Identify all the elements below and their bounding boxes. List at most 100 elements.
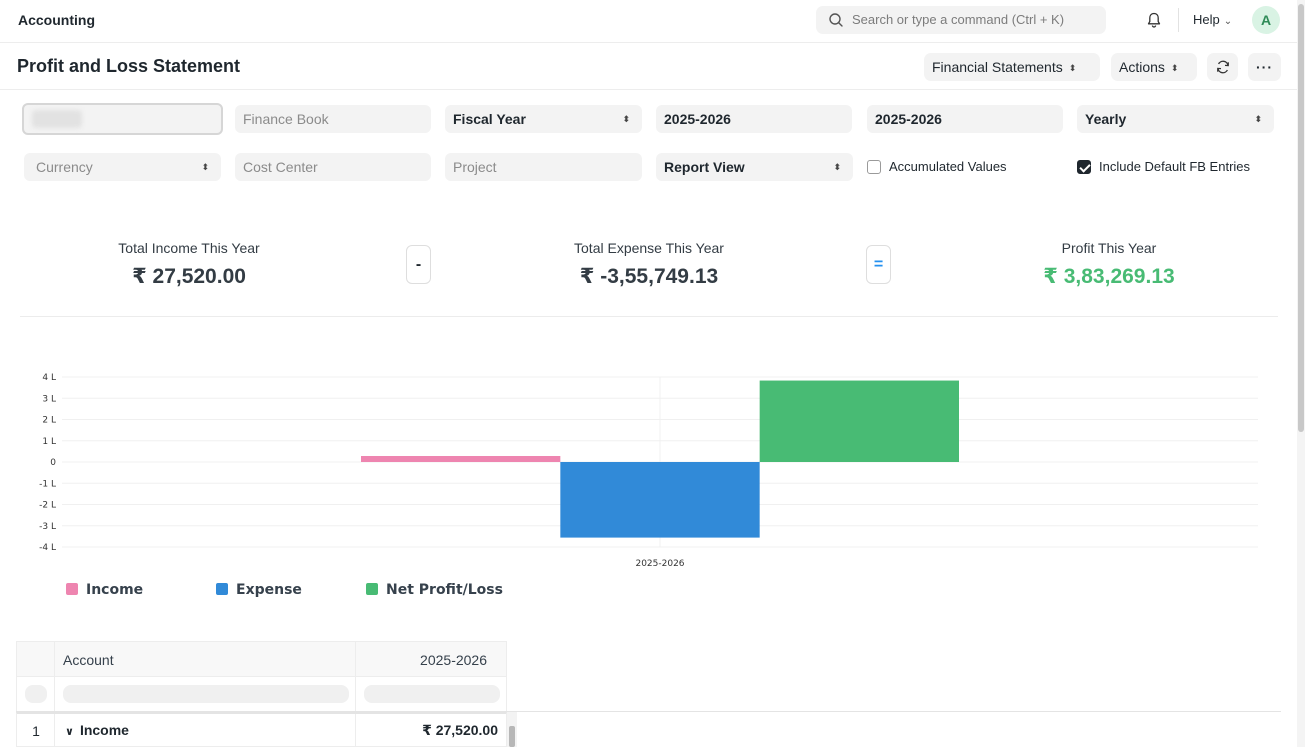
table-scrollbar[interactable] [507,712,517,747]
updown-icon: ⬍ [1254,114,1262,124]
equals-operator: = [866,245,891,284]
from-fiscal-year-filter[interactable]: 2025-2026 [656,105,852,133]
y-tick-label: 4 L [42,373,56,383]
expense-summary: Total Expense This Year ₹ -3,55,749.13 [529,240,769,289]
report-view-value: Report View [664,159,745,175]
accumulated-values-label: Accumulated Values [889,159,1007,174]
y-tick-label: -4 L [39,543,56,553]
help-label: Help [1193,12,1220,27]
to-fiscal-year-filter[interactable]: 2025-2026 [867,105,1063,133]
income-summary: Total Income This Year ₹ 27,520.00 [69,240,309,289]
legend-label: Expense [236,582,302,598]
row-account[interactable]: ∨ Income [65,722,129,738]
project-filter[interactable]: Project [445,153,642,181]
period-filter-input[interactable] [364,685,500,703]
legend-item-income[interactable]: Income [66,582,143,598]
y-tick-label: -1 L [39,479,56,489]
expense-summary-value: ₹ -3,55,749.13 [579,265,719,288]
period-type-value: Fiscal Year [453,111,526,127]
refresh-icon [1216,60,1229,74]
app-brand[interactable]: Accounting [18,12,95,28]
y-tick-label: -3 L [39,522,56,532]
page-head: Profit and Loss Statement Financial Stat… [0,44,1297,90]
y-tick-label: 1 L [42,437,56,447]
legend-swatch [366,583,378,595]
chevron-down-icon[interactable]: ∨ [65,725,74,738]
cost-center-filter[interactable]: Cost Center [235,153,431,181]
updown-icon: ⬍ [201,162,209,172]
company-filter[interactable] [22,103,223,135]
more-menu-button[interactable]: ··· [1248,53,1281,81]
ellipsis-icon: ··· [1256,59,1273,75]
table-scrollbar-thumb[interactable] [509,726,515,747]
row-index-header [17,642,55,676]
updown-icon: ⬍ [833,162,841,172]
currency-select[interactable]: Currency ⬍ [24,153,221,181]
profit-summary-label: Profit This Year [1061,240,1157,256]
updown-icon: ⬍ [622,114,630,124]
include-default-fb-label: Include Default FB Entries [1099,159,1251,174]
bar-income [361,456,561,462]
periodicity-value: Yearly [1085,111,1127,127]
updown-icon: ⬍ [1170,63,1179,73]
checkbox-unchecked[interactable] [867,160,881,174]
report-summary: Total Income This Year ₹ 27,520.00 - Tot… [20,222,1278,317]
income-summary-value: ₹ 27,520.00 [132,265,246,288]
financial-statements-button[interactable]: Financial Statements ⬍ [924,53,1100,81]
legend-swatch [216,583,228,595]
row-index-filter[interactable] [25,685,47,703]
y-tick-label: 2 L [42,416,56,426]
help-menu[interactable]: Help ⌄ [1193,12,1232,27]
legend-label: Income [86,582,144,598]
period-column-header[interactable]: 2025-2026 [420,652,487,668]
chevron-down-icon: ⌄ [1223,16,1233,27]
nav-divider [1178,8,1179,32]
search-placeholder: Search or type a command (Ctrl + K) [852,12,1065,27]
profit-summary-value: ₹ 3,83,269.13 [1043,265,1175,288]
table-row[interactable]: 1 ∨ Income ₹ 27,520.00 [16,712,507,747]
page-title: Profit and Loss Statement [17,56,241,76]
financial-statements-label: Financial Statements [932,59,1063,75]
search-icon [829,13,843,27]
table-filter-row [16,677,507,712]
bell-icon[interactable] [1145,11,1163,29]
income-summary-label: Total Income This Year [118,240,260,256]
page-scrollbar-thumb[interactable] [1298,4,1304,432]
chart-svg: 4 L 3 L 2 L 1 L 0 -1 L -2 L -3 L -4 L 2025-2026 [39,373,1258,569]
bar-net-profit-loss [759,380,959,462]
actions-label: Actions [1119,59,1165,75]
expense-summary-label: Total Expense This Year [574,240,724,256]
x-tick-label: 2025-2026 [635,559,684,569]
avatar[interactable]: A [1252,6,1280,34]
profit-loss-chart: 4 L 3 L 2 L 1 L 0 -1 L -2 L -3 L -4 L 2025-2026 I… [0,360,1297,620]
y-tick-label: 3 L [42,394,56,404]
table-header: Account 2025-2026 [16,641,507,677]
finance-book-filter[interactable]: Finance Book [235,105,431,133]
legend-label: Net Profit/Loss [386,582,503,598]
actions-button[interactable]: Actions ⬍ [1111,53,1197,81]
updown-icon: ⬍ [1068,63,1077,73]
currency-placeholder: Currency [36,159,93,175]
y-tick-label: -2 L [39,501,56,511]
legend-item-net-profit-loss[interactable]: Net Profit/Loss [366,582,503,598]
y-tick-label: 0 [50,458,56,468]
period-type-select[interactable]: Fiscal Year ⬍ [445,105,642,133]
legend-swatch [66,583,78,595]
bar-expense [560,462,760,538]
minus-operator: - [406,245,431,284]
row-value: ₹ 27,520.00 [422,722,498,738]
row-number: 1 [32,723,40,739]
account-filter-input[interactable] [63,685,349,703]
checkbox-checked[interactable] [1077,160,1091,174]
account-column-header[interactable]: Account [63,652,114,668]
navbar: Accounting Search or type a command (Ctr… [0,0,1297,43]
row-account-label: Income [79,722,129,738]
company-value-redacted [32,110,82,128]
report-view-select[interactable]: Report View ⬍ [656,153,853,181]
legend-item-expense[interactable]: Expense [216,582,302,598]
profit-summary: Profit This Year ₹ 3,83,269.13 [989,240,1229,289]
refresh-button[interactable] [1207,53,1238,81]
search-bar[interactable]: Search or type a command (Ctrl + K) [816,6,1106,34]
page-scrollbar[interactable] [1297,0,1305,747]
periodicity-select[interactable]: Yearly ⬍ [1077,105,1274,133]
